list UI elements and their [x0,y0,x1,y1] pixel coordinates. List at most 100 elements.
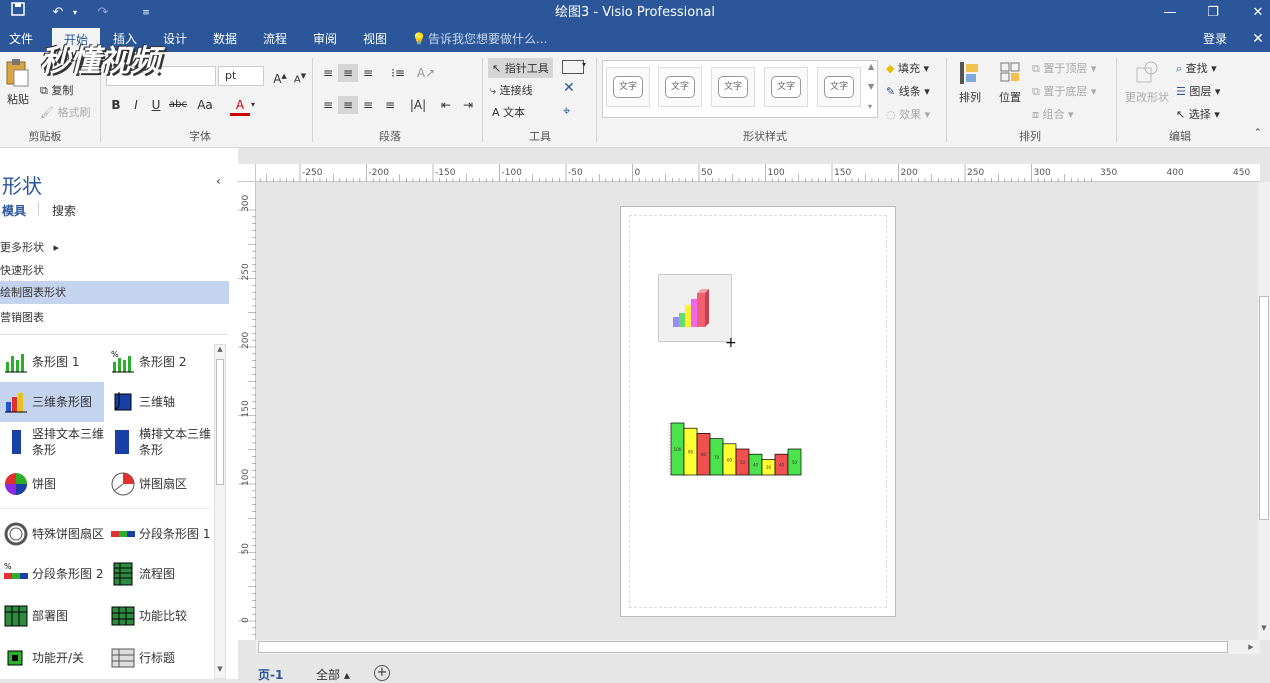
minimize-icon[interactable]: — [1160,0,1180,26]
dragged-shape-preview[interactable] [658,274,732,342]
quick-shapes-item[interactable]: 快速形状 [0,262,44,278]
scroll-down-icon[interactable]: ▼ [215,665,225,677]
horizontal-ruler[interactable]: -250 -200 -150 -100 -50 0 50 100 150 200 250 300 350… [256,164,1260,182]
bring-to-front-button[interactable]: ⧉ 置于顶层 ▾ [1032,60,1096,76]
text-tool-button[interactable]: A 文本 [492,104,525,120]
shape-pie-chart[interactable]: 饼图 [0,464,104,504]
tab-stencils[interactable]: 模具 [2,202,26,219]
shape-horizontal-text-bar[interactable]: 横排文本三维条形 [107,422,211,462]
scroll-thumb[interactable] [216,359,224,485]
align-middle-icon[interactable]: ≡ [338,64,358,82]
align-top-icon[interactable]: ≡ [318,64,338,82]
shape-flowchart-grid[interactable]: 流程图 [107,554,211,594]
align-left-icon[interactable]: ≡ [318,96,338,114]
strikethrough-button[interactable]: abc [168,96,188,114]
group-button[interactable]: ⧈ 组合 ▾ [1032,106,1074,122]
rectangle-tool-icon[interactable] [562,60,584,74]
style-sample-2[interactable]: 文字 [658,67,702,107]
italic-button[interactable]: I [126,96,146,114]
close-icon[interactable]: ✕ [1248,0,1268,26]
collapse-ribbon-icon[interactable]: ⌃ [1254,128,1262,138]
shrink-font-icon[interactable]: A▼ [290,67,310,85]
justify-icon[interactable]: ≡ [380,96,400,114]
vertical-text-icon[interactable]: |A| [408,96,428,114]
more-shapes-item[interactable]: 更多形状 ▸ [0,239,59,255]
drawing-canvas[interactable]: + 100 90 80 70 60 50 40 30 40 50 [256,182,1260,640]
shape-dropdown-icon[interactable]: ▾ [582,60,586,69]
undo-icon[interactable]: ↶ [48,0,68,26]
style-sample-4[interactable]: 文字 [764,67,808,107]
scroll-thumb[interactable] [258,641,1228,653]
tab-process[interactable]: 流程 [254,26,296,52]
bar-chart[interactable]: 100 90 80 70 60 50 40 30 40 50 [657,419,807,479]
layers-button[interactable]: ☰ 图层 ▾ [1176,83,1220,99]
collapse-panel-icon[interactable]: ‹ [216,174,221,188]
bold-button[interactable]: B [106,96,126,114]
copy-button[interactable]: ⧉ 复制 [40,82,73,98]
shape-vertical-text-bar[interactable]: 竖排文本三维条形 [0,422,104,462]
effects-button[interactable]: ◌ 效果 ▾ [886,106,930,122]
customize-qat-icon[interactable]: ≡ [138,0,154,26]
tab-view[interactable]: 视图 [354,26,396,52]
style-sample-3[interactable]: 文字 [711,67,755,107]
scroll-down-icon[interactable]: ▼ [1258,624,1270,638]
find-button[interactable]: ⌕ 查找 ▾ [1176,60,1217,76]
style-sample-1[interactable]: 文字 [606,67,650,107]
scroll-up-icon[interactable]: ▲ [215,345,225,357]
scroll-thumb[interactable] [1259,296,1269,520]
save-icon[interactable] [8,0,28,26]
fill-button[interactable]: ◆ 填充 ▾ [886,60,929,76]
vertical-ruler[interactable]: 300 250 200 150 100 50 0 [238,182,256,640]
sign-in-link[interactable]: 登录 [1196,26,1234,52]
shape-bar-graph-2[interactable]: % 条形图 2 [107,342,211,382]
underline-button[interactable]: U [146,96,166,114]
drawing-page[interactable]: + 100 90 80 70 60 50 40 30 40 50 [620,206,896,617]
chart-shapes-item[interactable]: 绘制图表形状 [0,281,229,304]
align-right-icon[interactable]: ≡ [358,96,378,114]
change-case-button[interactable]: Aa [192,96,218,114]
gallery-more-icon[interactable]: ▾ [868,102,872,111]
style-sample-5[interactable]: 文字 [817,67,861,107]
shape-deployment-grid[interactable]: 部署图 [0,596,104,636]
arrange-button[interactable]: 排列 [954,60,986,122]
select-button[interactable]: ↖ 选择 ▾ [1176,106,1220,122]
stencil-scrollbar[interactable]: ▲ ▼ [214,344,226,679]
gallery-up-icon[interactable]: ▲ [868,62,874,71]
align-bottom-icon[interactable]: ≡ [358,64,378,82]
connector-button[interactable]: ⤷ 连接线 [490,82,533,98]
tab-review[interactable]: 审阅 [304,26,346,52]
shape-segmented-bar-1[interactable]: 分段条形图 1 [107,514,211,554]
shape-bar-graph-1[interactable]: 条形图 1 [0,342,104,382]
decrease-indent-icon[interactable]: ⇤ [436,96,456,114]
tab-file[interactable]: 文件 [0,26,42,52]
undo-dropdown-icon[interactable]: ▾ [70,0,80,26]
tab-search[interactable]: 搜索 [52,202,76,219]
change-shape-button[interactable]: 更改形状 [1122,60,1172,122]
send-to-back-button[interactable]: ⧉ 置于底层 ▾ [1032,83,1096,99]
pointer-tool-button[interactable]: ↖ 指针工具 [488,58,553,78]
shape-pie-sector[interactable]: 饼图扇区 [107,464,211,504]
page-tab-1[interactable]: 页-1 [258,666,283,683]
shape-segmented-bar-2[interactable]: % 分段条形图 2 [0,554,104,594]
grow-font-icon[interactable]: A▲ [270,67,290,86]
scroll-right-icon[interactable]: ▶ [1244,640,1258,654]
close-ribbon-icon[interactable]: ✕ [1248,26,1268,52]
line-button[interactable]: ✎ 线条 ▾ [886,83,930,99]
shape-feature-toggle[interactable]: 功能开/关 [0,638,104,678]
horizontal-scrollbar[interactable]: ▶ [256,640,1260,654]
shape-3d-bar-graph[interactable]: 三维条形图 [0,382,104,422]
gallery-down-icon[interactable]: ▼ [868,82,874,91]
align-center-icon[interactable]: ≡ [338,96,358,114]
format-painter-button[interactable]: 🖌 格式刷 [40,104,90,120]
shape-special-pie-sector[interactable]: 特殊饼图扇区 [0,514,104,554]
connection-point-icon[interactable]: ✕ [563,80,575,96]
increase-indent-icon[interactable]: ⇥ [458,96,478,114]
font-color-dropdown-icon[interactable]: ▾ [248,96,258,114]
crop-icon[interactable]: ⌖ [563,104,570,119]
marketing-charts-item[interactable]: 营销图表 [0,309,44,325]
shape-feature-compare[interactable]: 功能比较 [107,596,211,636]
shape-3d-axis[interactable]: 三维轴 [107,382,211,422]
paste-button[interactable]: 粘贴 [4,58,32,118]
tell-me-search[interactable]: 告诉我您想要做什么... [428,26,548,52]
restore-icon[interactable]: ❐ [1203,0,1223,26]
